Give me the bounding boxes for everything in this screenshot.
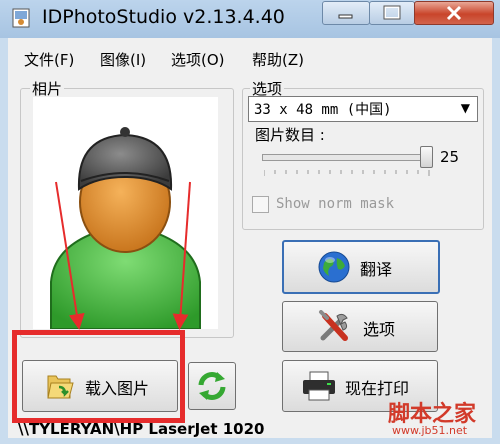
translate-button[interactable]: 翻译: [282, 240, 440, 294]
close-icon: [446, 5, 462, 21]
options-label: 选项: [363, 320, 396, 339]
printer-icon: [303, 371, 335, 401]
photo-size-value: 33 x 48 mm (中国): [254, 102, 392, 118]
maximize-icon: [383, 5, 401, 20]
title-bar[interactable]: IDPhotoStudio v2.13.4.40: [0, 0, 500, 38]
annotation-arrows: [55, 181, 191, 330]
window-title: IDPhotoStudio v2.13.4.40: [42, 6, 285, 28]
minimize-icon: [338, 14, 353, 19]
refresh-button[interactable]: [188, 362, 236, 410]
close-button[interactable]: [414, 1, 494, 25]
show-norm-mask-label: Show norm mask: [276, 196, 395, 212]
photo-size-select[interactable]: 33 x 48 mm (中国) ▼: [248, 96, 478, 122]
tools-icon: [319, 310, 348, 341]
annotation-highlight-box: [12, 330, 185, 423]
watermark-url: www.jb51.net: [392, 424, 468, 437]
minimize-button[interactable]: [322, 1, 370, 25]
menu-bar: 文件(F) 图像(I) 选项(O) 帮助(Z): [8, 40, 492, 70]
menu-image[interactable]: 图像(I): [100, 49, 146, 70]
app-window: IDPhotoStudio v2.13.4.40 文件(F) 图像(I) 选项(…: [0, 0, 500, 444]
app-icon: [12, 8, 30, 28]
globe-icon: [318, 251, 350, 283]
translate-label: 翻译: [360, 260, 393, 279]
slider-ticks: [264, 170, 430, 176]
maximize-button[interactable]: [369, 1, 415, 25]
chevron-down-icon: ▼: [460, 101, 470, 115]
photo-count-slider-track[interactable]: [262, 154, 432, 161]
photo-count-label: 图片数目 :: [255, 126, 325, 144]
photo-group-label: 相片: [30, 78, 65, 99]
options-button[interactable]: 选项: [282, 301, 438, 352]
menu-options[interactable]: 选项(O): [171, 49, 225, 70]
menu-help[interactable]: 帮助(Z): [252, 49, 304, 70]
photo-count-slider-thumb[interactable]: [420, 146, 433, 168]
photo-count-value: 25: [440, 148, 460, 166]
refresh-icon: [198, 372, 226, 400]
show-norm-mask-checkbox[interactable]: [252, 196, 269, 213]
menu-file[interactable]: 文件(F): [24, 49, 74, 70]
printer-status: \\TYLERYAN\HP LaserJet 1020: [18, 420, 265, 438]
